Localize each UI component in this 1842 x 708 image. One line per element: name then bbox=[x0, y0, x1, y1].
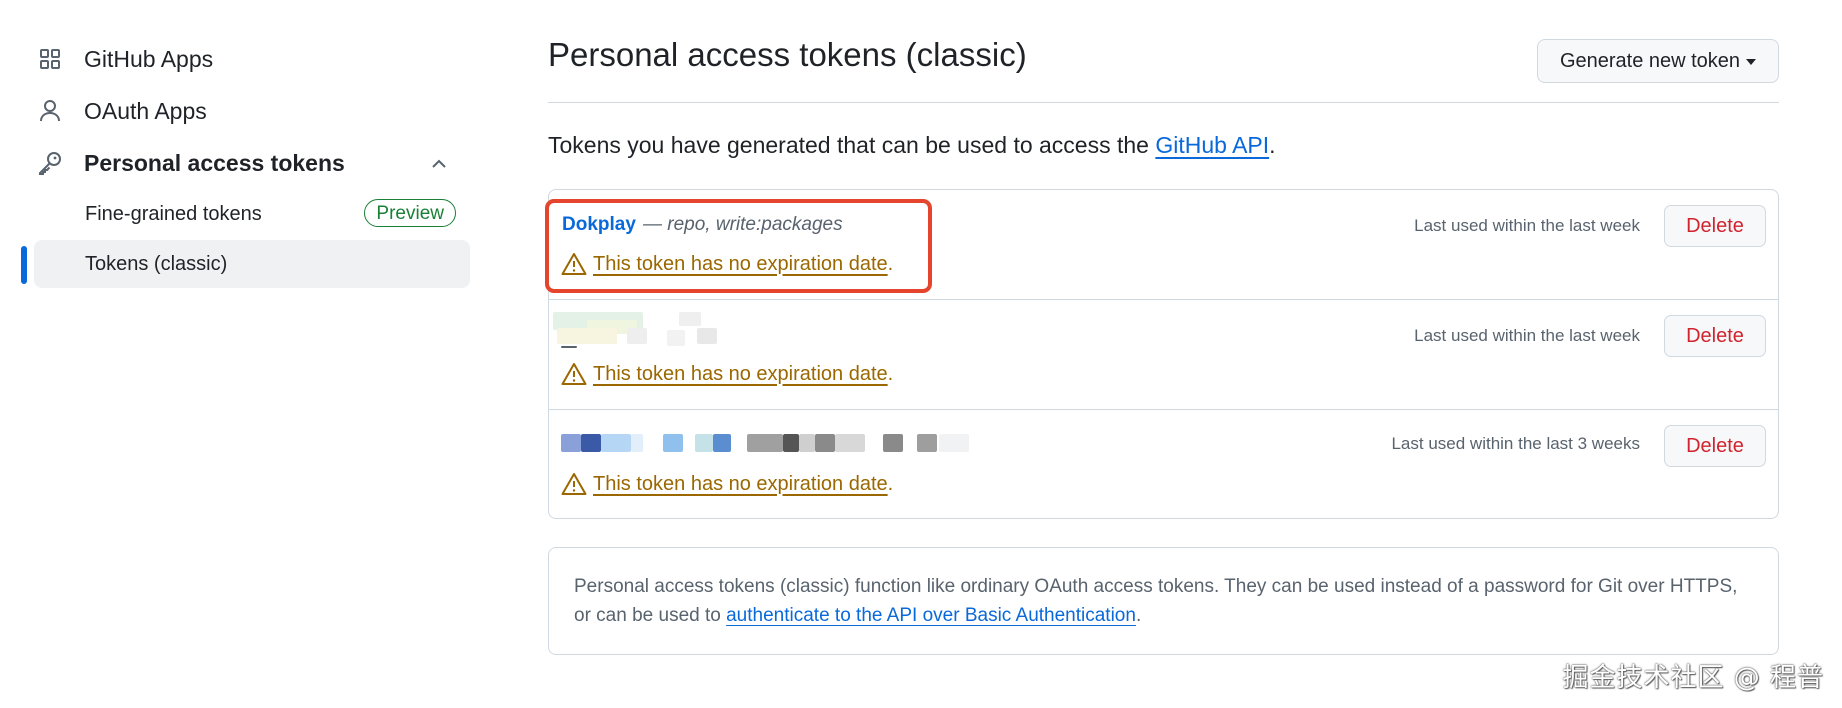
info-text-end: . bbox=[1135, 605, 1142, 626]
sidebar-item-label: OAuth Apps bbox=[84, 97, 207, 124]
annotation-highlight-box bbox=[545, 199, 932, 293]
warning-period: . bbox=[887, 472, 894, 495]
last-used-text: Last used within the last week bbox=[1414, 326, 1640, 345]
token-expiration-warning[interactable]: This token has no expiration date. bbox=[561, 362, 893, 386]
warning-text: This token has no expiration date bbox=[593, 362, 888, 385]
alert-icon bbox=[561, 472, 587, 496]
watermark: 掘金技术社区 @ 程普 bbox=[1562, 663, 1824, 693]
basic-auth-link[interactable]: authenticate to the API over Basic Authe… bbox=[726, 605, 1136, 626]
generate-new-token-label: Generate new token bbox=[1559, 49, 1741, 72]
apps-grid-icon bbox=[34, 48, 66, 70]
sidebar-subitem-label: Fine-grained tokens bbox=[85, 202, 262, 225]
sidebar-item-personal-access-tokens[interactable]: Personal access tokens bbox=[34, 144, 470, 182]
sidebar-subitem-fine-grained-tokens[interactable]: Fine-grained tokens Preview bbox=[34, 190, 470, 238]
chevron-up-icon[interactable] bbox=[430, 152, 448, 179]
github-api-link[interactable]: GitHub API bbox=[1155, 132, 1269, 158]
sidebar-subitem-tokens-classic[interactable]: Tokens (classic) bbox=[34, 240, 470, 288]
last-used-text: Last used within the last week bbox=[1414, 216, 1640, 235]
token-expiration-warning[interactable]: This token has no expiration date. bbox=[561, 472, 893, 496]
token-row: This token has no expiration date. Last … bbox=[549, 300, 1778, 410]
key-icon bbox=[34, 150, 66, 176]
settings-sidebar: GitHub Apps OAuth Apps Personal access t… bbox=[0, 0, 480, 708]
delete-token-button[interactable]: Delete bbox=[1664, 425, 1766, 467]
last-used-text: Last used within the last 3 weeks bbox=[1391, 434, 1640, 453]
sidebar-item-oauth-apps[interactable]: OAuth Apps bbox=[34, 92, 470, 130]
delete-token-button[interactable]: Delete bbox=[1664, 205, 1766, 247]
info-box: Personal access tokens (classic) functio… bbox=[548, 547, 1779, 655]
intro-text-end: . bbox=[1269, 132, 1276, 158]
warning-text: This token has no expiration date bbox=[593, 472, 888, 495]
intro-text: Tokens you have generated that can be us… bbox=[548, 132, 1276, 159]
sidebar-item-label: Personal access tokens bbox=[84, 149, 345, 176]
delete-token-button[interactable]: Delete bbox=[1664, 315, 1766, 357]
intro-text-body: Tokens you have generated that can be us… bbox=[548, 132, 1156, 158]
active-indicator bbox=[21, 246, 27, 284]
page-title: Personal access tokens (classic) bbox=[548, 36, 1027, 73]
caret-down-icon bbox=[1746, 59, 1757, 65]
preview-badge: Preview bbox=[364, 199, 456, 227]
alert-icon bbox=[561, 362, 587, 386]
warning-period: . bbox=[887, 362, 894, 385]
sidebar-item-github-apps[interactable]: GitHub Apps bbox=[34, 40, 470, 78]
token-row: This token has no expiration date. Last … bbox=[549, 410, 1778, 520]
person-icon bbox=[34, 99, 66, 123]
sidebar-subitem-label: Tokens (classic) bbox=[85, 252, 228, 275]
sidebar-item-label: GitHub Apps bbox=[84, 45, 214, 72]
generate-new-token-button[interactable]: Generate new token bbox=[1537, 39, 1779, 83]
divider bbox=[548, 102, 1779, 103]
